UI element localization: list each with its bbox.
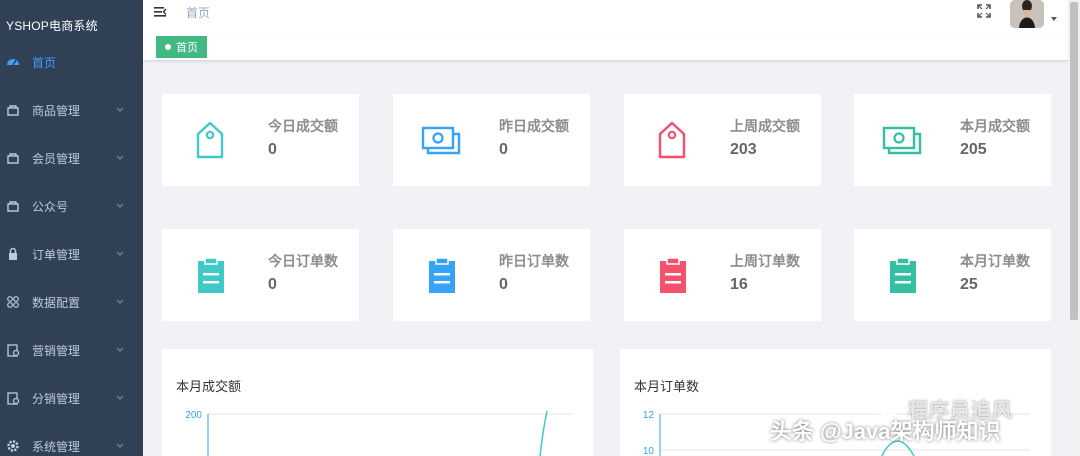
distribution-icon <box>6 391 20 405</box>
sidebar-item-label: 数据配置 <box>32 295 81 310</box>
stat-label: 上周订单数 <box>730 253 800 269</box>
lock-icon <box>6 247 20 261</box>
sidebar-item-label: 会员管理 <box>32 151 81 166</box>
sidebar-item-label: 商品管理 <box>32 103 81 118</box>
sidebar-item-home[interactable]: 首页 <box>0 38 143 86</box>
hamburger-icon[interactable] <box>153 4 169 20</box>
member-icon <box>6 151 20 165</box>
grid-icon <box>6 295 20 309</box>
scrollbar[interactable] <box>1068 0 1080 456</box>
stat-card-lastweek-sales[interactable]: 上周成交额 203 <box>624 94 821 186</box>
stat-label: 本月订单数 <box>960 253 1030 269</box>
tag-label: 首页 <box>176 42 198 54</box>
chevron-down-icon <box>116 107 124 112</box>
sidebar: YSHOP电商系统 首页 商品管理 会员管理 公众号 订单管理 数据配置 营销管… <box>0 0 143 456</box>
clipboard-icon <box>198 257 224 293</box>
fullscreen-icon[interactable] <box>976 3 992 19</box>
stat-label: 昨日订单数 <box>499 253 569 269</box>
stat-card-yesterday-sales[interactable]: 昨日成交额 0 <box>393 94 590 186</box>
chevron-down-icon <box>116 347 124 352</box>
tag-home[interactable]: 首页 <box>156 36 207 58</box>
stat-label: 本月成交额 <box>960 118 1030 134</box>
stat-value: 16 <box>730 276 748 293</box>
chevron-down-icon <box>116 251 124 256</box>
clipboard-icon <box>429 257 455 293</box>
wechat-icon <box>6 199 20 213</box>
caret-down-icon[interactable] <box>1049 14 1059 24</box>
clipboard-icon <box>660 257 686 293</box>
sidebar-item-data-config[interactable]: 数据配置 <box>0 278 143 326</box>
stat-label: 昨日成交额 <box>499 118 569 134</box>
stat-card-month-sales[interactable]: 本月成交额 205 <box>854 94 1051 186</box>
breadcrumb[interactable]: 首页 <box>186 4 210 21</box>
sidebar-item-system[interactable]: 系统管理 <box>0 422 143 456</box>
stat-label: 今日成交额 <box>268 118 338 134</box>
y-tick-label: 200 <box>185 410 202 421</box>
stat-value: 0 <box>268 276 277 293</box>
stat-label: 今日订单数 <box>268 253 338 269</box>
marketing-icon <box>6 343 20 357</box>
y-tick-label: 10 <box>643 446 655 456</box>
stat-value: 0 <box>499 276 508 293</box>
stat-card-lastweek-orders[interactable]: 上周订单数 16 <box>624 229 821 321</box>
navbar: 首页 <box>143 0 1068 34</box>
sidebar-item-members[interactable]: 会员管理 <box>0 134 143 182</box>
scrollbar-thumb[interactable] <box>1070 2 1078 320</box>
sidebar-item-marketing[interactable]: 营销管理 <box>0 326 143 374</box>
sidebar-item-label: 首页 <box>32 55 57 70</box>
sidebar-item-distribution[interactable]: 分销管理 <box>0 374 143 422</box>
chevron-down-icon <box>116 203 124 208</box>
stat-value: 205 <box>960 141 987 158</box>
sales-series-line <box>539 410 548 456</box>
shop-icon <box>6 103 20 117</box>
brand-title: YSHOP电商系统 <box>6 19 98 33</box>
stat-card-yesterday-orders[interactable]: 昨日订单数 0 <box>393 229 590 321</box>
sidebar-item-label: 公众号 <box>32 199 69 214</box>
sidebar-item-wechat[interactable]: 公众号 <box>0 182 143 230</box>
watermark: 程序员追风 头条 @Java架构师知识 <box>758 392 1068 456</box>
stat-value: 25 <box>960 276 978 293</box>
sidebar-item-label: 分销管理 <box>32 391 81 406</box>
stat-card-month-orders[interactable]: 本月订单数 25 <box>854 229 1051 321</box>
stat-card-today-sales[interactable]: 今日成交额 0 <box>162 94 359 186</box>
y-tick-label: 12 <box>643 410 655 421</box>
watermark-source: 头条 @Java架构师知识 <box>770 419 1001 444</box>
sidebar-item-label: 订单管理 <box>32 247 81 262</box>
stat-card-today-orders[interactable]: 今日订单数 0 <box>162 229 359 321</box>
gear-icon <box>6 439 20 453</box>
stat-value: 203 <box>730 141 757 158</box>
tags-view: 首页 <box>143 34 1068 61</box>
tag-icon <box>196 121 224 159</box>
sidebar-item-products[interactable]: 商品管理 <box>0 86 143 134</box>
chevron-down-icon <box>116 395 124 400</box>
sales-line-chart: 200 <box>185 410 572 456</box>
stat-value: 0 <box>499 141 508 158</box>
sidebar-item-label: 营销管理 <box>32 343 81 358</box>
clipboard-icon <box>890 257 916 293</box>
avatar[interactable] <box>1010 0 1044 28</box>
tag-icon <box>658 121 686 159</box>
chevron-down-icon <box>116 299 124 304</box>
chevron-down-icon <box>116 155 124 160</box>
money-icon <box>882 126 922 155</box>
chevron-down-icon <box>116 443 124 448</box>
chart-panel-month-sales: 本月成交额 200 <box>162 349 593 456</box>
stat-label: 上周成交额 <box>730 118 800 134</box>
money-icon <box>421 126 461 155</box>
dashboard-icon <box>6 55 20 69</box>
sidebar-item-orders[interactable]: 订单管理 <box>0 230 143 278</box>
sidebar-item-label: 系统管理 <box>32 439 81 454</box>
stat-value: 0 <box>268 141 277 158</box>
active-dot <box>165 44 171 50</box>
